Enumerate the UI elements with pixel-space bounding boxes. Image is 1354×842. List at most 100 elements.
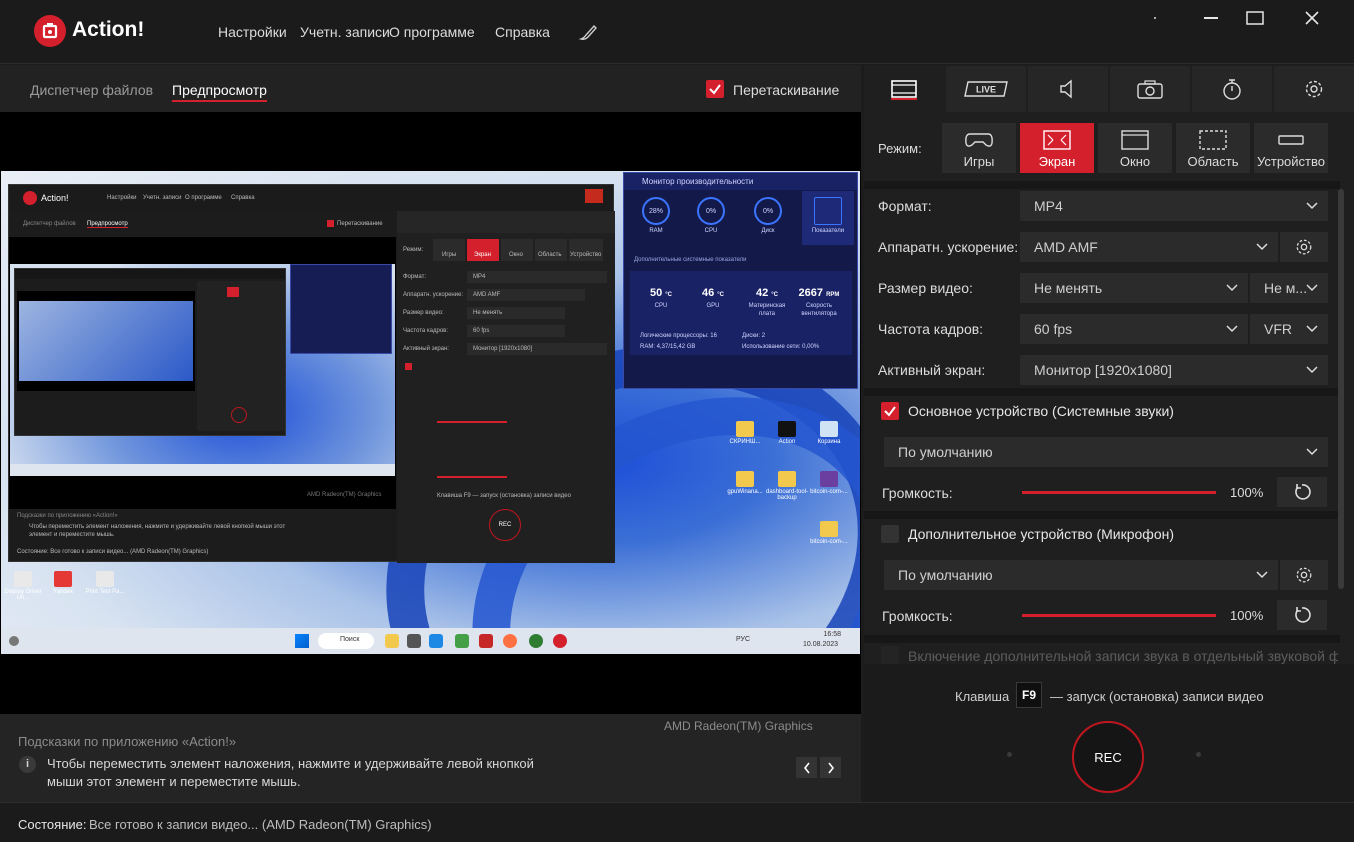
mode-device[interactable]: Устройство	[1254, 123, 1328, 173]
chevron-down-icon	[1226, 284, 1238, 292]
app-title: Action!	[72, 18, 145, 41]
extra-volume-reset-button[interactable]	[1277, 600, 1327, 630]
nested-window	[14, 268, 286, 436]
file-explorer-icon	[385, 634, 399, 648]
inner-mode-label: Режим:	[403, 247, 424, 253]
active-screen-select[interactable]: Монитор [1920x1080]	[1020, 355, 1328, 385]
audio-tab[interactable]	[1028, 66, 1108, 112]
section-divider	[864, 388, 1340, 396]
inner-hotkey: Клавиша F9 — запуск (остановка) записи в…	[437, 493, 571, 499]
video-size-label: Размер видео:	[878, 280, 973, 296]
title-bar: Action! Настройки Учетн. записи О програ…	[0, 0, 1354, 64]
tab-preview[interactable]: Предпросмотр	[172, 82, 267, 102]
gear-icon	[1296, 567, 1312, 583]
minimize-button[interactable]	[1140, 6, 1170, 30]
extra-device-checkbox[interactable]	[881, 525, 899, 543]
perf-ram-usage: RAM: 4,37/15,42 GB	[640, 344, 696, 350]
perf-cpu-temp: 50 °C CPU	[649, 287, 673, 309]
perf-fan: 2667 RPM Скорость вентилятора	[798, 287, 840, 317]
main-volume-reset-button[interactable]	[1277, 477, 1327, 507]
taskbar-app-icon	[529, 634, 543, 648]
extra-volume-value: 100%	[1230, 608, 1264, 623]
settings-tab[interactable]	[1274, 66, 1354, 112]
fps-select[interactable]: 60 fps	[1020, 314, 1248, 344]
taskbar-app-icon	[429, 634, 443, 648]
perf-gpu-temp: 46 °C GPU	[701, 287, 725, 309]
desktop-icon: dashboard-tool-backup	[765, 471, 809, 501]
active-screen-label: Активный экран:	[878, 362, 986, 378]
inner-menu-item: Настройки	[107, 195, 137, 201]
chevron-down-icon	[1306, 325, 1318, 333]
chevron-down-icon	[1256, 571, 1268, 579]
inner-row-label: Аппаратн. ускорение:	[403, 292, 464, 298]
section-divider	[864, 181, 1340, 189]
film-icon	[891, 80, 917, 100]
perf-mb-temp: 42 °C Материнская плата	[748, 287, 786, 317]
mode-window[interactable]: Окно	[1098, 123, 1172, 173]
maximize-button[interactable]	[1240, 6, 1270, 30]
hotkey-prefix: Клавиша	[955, 689, 1010, 704]
reset-icon	[1295, 484, 1311, 500]
speaker-icon	[1060, 79, 1072, 99]
hw-settings-button[interactable]	[1280, 232, 1328, 262]
right-panel: LIVE Режим: Игры Экран Окно Область Устр…	[864, 65, 1354, 802]
video-size-select[interactable]: Не менять	[1020, 273, 1248, 303]
nested-title	[15, 269, 285, 279]
rec-dot	[1007, 752, 1012, 757]
main-volume-label: Громкость:	[882, 485, 953, 501]
format-select[interactable]: MP4	[1020, 191, 1328, 221]
hw-accel-select[interactable]: AMD AMF	[1020, 232, 1278, 262]
inner-row-label: Формат:	[403, 274, 426, 280]
mode-screen[interactable]: Экран	[1020, 123, 1094, 173]
extra-device-label: Дополнительное устройство (Микрофон)	[908, 526, 1174, 542]
main-device-select[interactable]: По умолчанию	[884, 437, 1328, 467]
perf-title: Монитор производительности	[624, 173, 857, 190]
next-hint-button[interactable]	[820, 757, 841, 778]
prev-hint-button[interactable]	[796, 757, 817, 778]
brush-icon[interactable]	[578, 22, 600, 42]
inner-title-bar: Action! Настройки Учетн. записи О програ…	[9, 185, 613, 211]
timer-tab[interactable]	[1192, 66, 1272, 112]
inner-hint-title: Подсказки по приложению «Action!»	[17, 513, 118, 519]
main-volume-slider[interactable]	[1022, 491, 1216, 494]
menu-accounts[interactable]: Учетн. записи	[300, 24, 390, 40]
menu-settings[interactable]: Настройки	[218, 24, 287, 40]
menu-help[interactable]: Справка	[495, 24, 550, 40]
scrollbar[interactable]	[1338, 189, 1344, 589]
mode-area[interactable]: Область	[1176, 123, 1250, 173]
inner-tab: Диспетчер файлов	[23, 221, 76, 227]
separate-file-label: Включение дополнительной записи звука в …	[908, 648, 1338, 664]
live-tab[interactable]: LIVE	[946, 66, 1026, 112]
extra-device-settings-button[interactable]	[1280, 560, 1328, 590]
screen-icon	[1043, 130, 1071, 150]
fps-mode-select[interactable]: VFR	[1250, 314, 1328, 344]
perf-disk: 0% Диск	[748, 197, 788, 234]
restore-button[interactable]	[1196, 6, 1226, 30]
video-tab[interactable]	[864, 66, 944, 112]
extra-device-select[interactable]: По умолчанию	[884, 560, 1278, 590]
mode-games[interactable]: Игры	[942, 123, 1016, 173]
desktop-icon: Yandex	[41, 571, 85, 595]
taskbar-app-icon	[407, 634, 421, 648]
inner-close-icon	[585, 189, 603, 203]
separate-file-checkbox[interactable]	[881, 646, 899, 664]
video-size-select-2[interactable]: Не м...	[1250, 273, 1328, 303]
record-area: Клавиша F9 — запуск (остановка) записи в…	[864, 664, 1354, 802]
extra-volume-slider[interactable]	[1022, 614, 1216, 617]
inner-row-label: Размер видео:	[403, 310, 444, 316]
drag-checkbox[interactable]	[706, 80, 724, 98]
inner-row-value: AMD AMF	[467, 289, 585, 301]
menu-about[interactable]: О программе	[389, 24, 475, 40]
chevron-down-icon	[1256, 243, 1268, 251]
perf-disks: Диски: 2	[742, 333, 766, 339]
main-device-checkbox[interactable]	[881, 402, 899, 420]
section-divider	[864, 511, 1340, 519]
status-label: Состояние:	[18, 817, 87, 832]
perf-indicators-tab: Показатели	[802, 191, 854, 245]
tab-file-manager[interactable]: Диспетчер файлов	[30, 82, 153, 98]
screenshot-tab[interactable]	[1110, 66, 1190, 112]
close-button[interactable]	[1297, 6, 1327, 30]
rec-button[interactable]: REC	[1072, 721, 1144, 793]
gamepad-icon	[965, 133, 993, 147]
hotkey-key: F9	[1016, 682, 1042, 708]
